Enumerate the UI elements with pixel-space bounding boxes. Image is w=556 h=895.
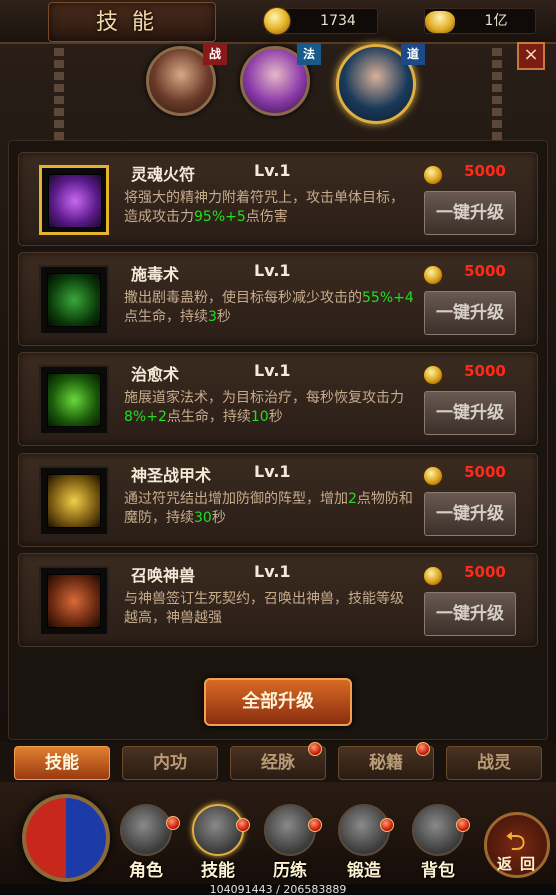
back-label: 返回 — [496, 855, 543, 873]
skill-row[interactable]: 神圣战甲术 Lv.1 通过符咒结出增加防御的阵型，增加2点物防和魔防，持续30秒… — [18, 453, 538, 547]
holy-armor-skill-icon — [47, 474, 101, 528]
skill-level: Lv.1 — [254, 361, 291, 380]
one-click-upgrade-button[interactable]: 一键升级 — [424, 191, 516, 235]
notification-dot-icon — [416, 742, 430, 756]
sub-tab-bar: 技能 内功 经脉 秘籍 战灵 — [0, 742, 556, 782]
skill-row[interactable]: 施毒术 Lv.1 撒出剧毒蛊粉，使目标每秒减少攻击的55%+4点生命，持续3秒 … — [18, 252, 538, 346]
class-badge-taoist: 道 — [401, 43, 425, 65]
gold-amount: 1734 — [320, 13, 356, 29]
gold-coin-icon — [423, 466, 443, 486]
ingot-display: 1亿 — [424, 8, 536, 34]
gold-coin-icon — [423, 566, 443, 586]
skill-level: Lv.1 — [254, 261, 291, 280]
bottom-nav: 角色 技能 历练 锻造 背包 ⮌ 返回 — [0, 782, 556, 895]
notification-dot-icon — [308, 818, 322, 832]
hero-portrait-taoist[interactable]: 道 — [336, 43, 425, 124]
soul-fire-talisman-icon — [48, 174, 102, 228]
nav-skills[interactable]: 技能 — [186, 802, 250, 882]
tab-battle-spirit[interactable]: 战灵 — [446, 746, 542, 780]
skill-description: 通过符咒结出增加防御的阵型，增加2点物防和魔防，持续30秒 — [124, 491, 413, 526]
skill-row[interactable]: 治愈术 Lv.1 施展道家法术，为目标治疗，每秒恢复攻击力8%+2点生命，持续1… — [18, 352, 538, 446]
skill-name: 召唤神兽 — [131, 566, 196, 585]
nav-label: 背包 — [421, 861, 455, 881]
skill-description: 与神兽签订生死契约，召唤出神兽，技能等级越高，神兽越强 — [124, 591, 404, 626]
skill-row[interactable]: 灵魂火符 Lv.1 将强大的精神力附着符咒上，攻击单体目标，造成攻击力95%+5… — [18, 152, 538, 246]
tab-inner-power[interactable]: 内功 — [122, 746, 218, 780]
hero-portrait-mage[interactable]: 法 — [240, 43, 321, 116]
back-button[interactable]: ⮌ 返回 — [484, 812, 550, 878]
header-bar: 技能 1734 1亿 — [0, 0, 556, 44]
class-badge-mage: 法 — [297, 43, 321, 65]
nav-label: 角色 — [129, 861, 163, 881]
upgrade-all-button[interactable]: 全部升级 — [204, 678, 352, 726]
notification-dot-icon — [166, 816, 180, 830]
upgrade-cost: 5000 — [464, 463, 506, 481]
gold-coin-icon — [263, 7, 291, 35]
gold-coin-icon — [423, 165, 443, 185]
backpack-icon — [412, 804, 464, 856]
upgrade-cost: 5000 — [464, 563, 506, 581]
nav-training[interactable]: 历练 — [258, 802, 322, 882]
gold-coin-icon — [423, 265, 443, 285]
skill-level: Lv.1 — [254, 562, 291, 581]
tab-skills[interactable]: 技能 — [14, 746, 110, 780]
ingot-amount: 1亿 — [484, 13, 508, 29]
skill-name: 灵魂火符 — [131, 165, 196, 184]
poison-skill-icon — [47, 273, 101, 327]
skill-row[interactable]: 召唤神兽 Lv.1 与神兽签订生死契约，召唤出神兽，技能等级越高，神兽越强 50… — [18, 553, 538, 647]
skill-icon-frame — [39, 365, 109, 435]
gold-display: 1734 — [263, 7, 378, 35]
skill-description: 撒出剧毒蛊粉，使目标每秒减少攻击的55%+4点生命，持续3秒 — [124, 290, 414, 325]
one-click-upgrade-button[interactable]: 一键升级 — [424, 592, 516, 636]
summon-beast-skill-icon — [47, 574, 101, 628]
character-armor-icon — [120, 804, 172, 856]
notification-dot-icon — [236, 818, 250, 832]
notification-dot-icon — [308, 742, 322, 756]
hero-portrait-warrior[interactable]: 战 — [146, 43, 227, 116]
nav-forge[interactable]: 锻造 — [332, 802, 396, 882]
nav-backpack[interactable]: 背包 — [406, 802, 470, 882]
nav-label: 技能 — [201, 861, 235, 881]
upgrade-cost: 5000 — [464, 162, 506, 180]
training-helmet-icon — [264, 804, 316, 856]
upgrade-cost: 5000 — [464, 362, 506, 380]
heal-skill-icon — [47, 373, 101, 427]
one-click-upgrade-button[interactable]: 一键升级 — [424, 291, 516, 335]
close-button[interactable]: × — [517, 42, 545, 70]
skill-description: 将强大的精神力附着符咒上，攻击单体目标，造成攻击力95%+5点伤害 — [124, 190, 404, 225]
skill-level: Lv.1 — [254, 161, 291, 180]
skill-name: 神圣战甲术 — [131, 466, 212, 485]
nav-character[interactable]: 角色 — [114, 802, 178, 882]
yin-yang-emblem-icon — [22, 794, 110, 882]
experience-bar: 104091443 / 206583889 — [0, 884, 556, 895]
skill-icon-frame — [39, 566, 109, 636]
skill-icon-frame — [39, 466, 109, 536]
skill-level: Lv.1 — [254, 462, 291, 481]
one-click-upgrade-button[interactable]: 一键升级 — [424, 492, 516, 536]
gold-coin-icon — [423, 365, 443, 385]
skills-scroll-icon — [192, 804, 244, 856]
nav-label: 锻造 — [347, 861, 381, 881]
skill-icon-frame — [39, 265, 109, 335]
skill-screen: 技能 1734 1亿 战 法 道 × 灵魂火符 Lv.1 将强大的精神力附着符咒… — [0, 0, 556, 895]
notification-dot-icon — [456, 818, 470, 832]
one-click-upgrade-button[interactable]: 一键升级 — [424, 391, 516, 435]
ingot-icon — [425, 11, 455, 33]
notification-dot-icon — [380, 818, 394, 832]
upgrade-cost: 5000 — [464, 262, 506, 280]
nav-label: 历练 — [273, 861, 307, 881]
page-title: 技能 — [95, 10, 168, 35]
skill-icon-frame — [39, 165, 109, 235]
skill-name: 施毒术 — [131, 265, 180, 284]
skill-name: 治愈术 — [131, 365, 180, 384]
class-badge-warrior: 战 — [203, 43, 227, 65]
skill-description: 施展道家法术，为目标治疗，每秒恢复攻击力8%+2点生命，持续10秒 — [124, 390, 404, 425]
title-plate: 技能 — [48, 2, 216, 42]
